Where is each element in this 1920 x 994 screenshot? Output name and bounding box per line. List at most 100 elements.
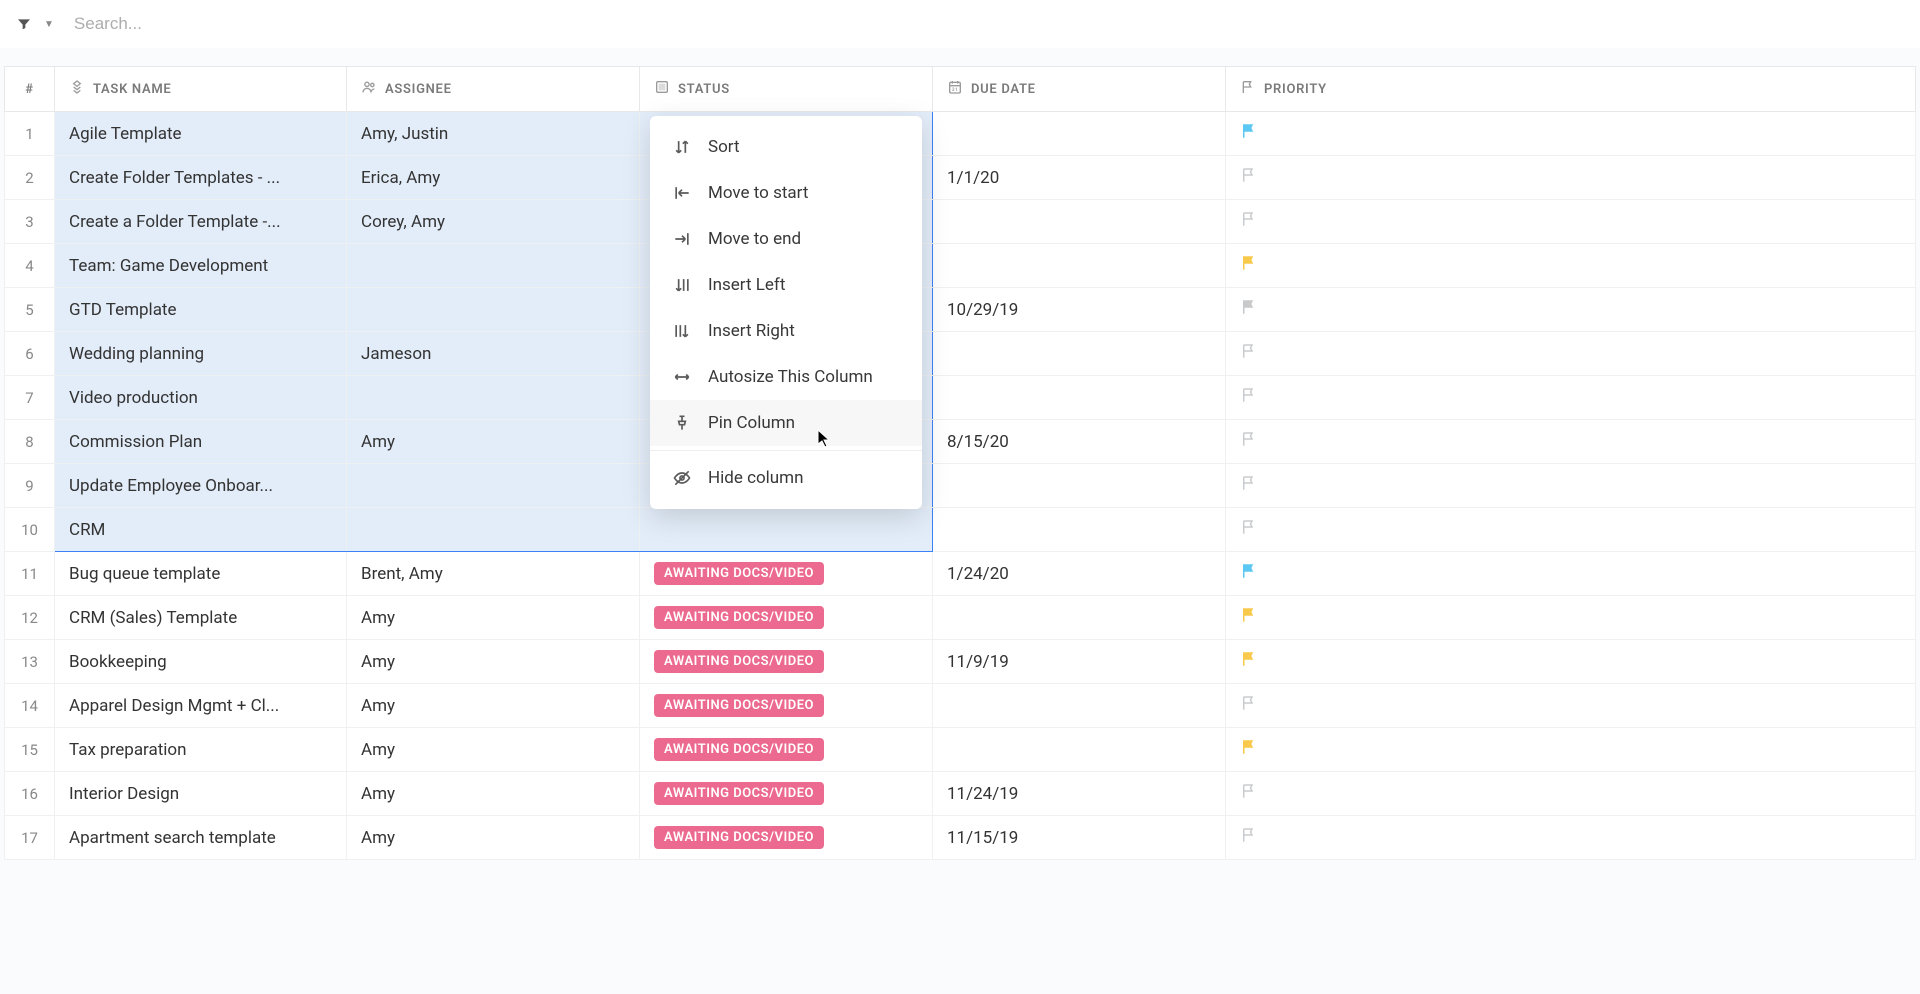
task-name-cell[interactable]: Apparel Design Mgmt + Cl... — [55, 684, 347, 728]
task-name-cell[interactable]: Bookkeeping — [55, 640, 347, 684]
status-cell[interactable]: AWAITING DOCS/VIDEO — [640, 552, 933, 596]
column-header-priority[interactable]: PRIORITY — [1226, 67, 1916, 112]
assignee-cell[interactable] — [347, 508, 640, 552]
priority-cell[interactable] — [1226, 552, 1916, 596]
table-row[interactable]: 6Wedding planningJameson — [5, 332, 1916, 376]
priority-cell[interactable] — [1226, 596, 1916, 640]
menu-item-pin[interactable]: Pin Column — [650, 400, 922, 446]
filter-icon[interactable] — [16, 16, 32, 32]
task-name-cell[interactable]: Bug queue template — [55, 552, 347, 596]
task-name-cell[interactable]: Agile Template — [55, 112, 347, 156]
menu-item-autosize[interactable]: Autosize This Column — [650, 354, 922, 400]
priority-cell[interactable] — [1226, 772, 1916, 816]
due-date-cell[interactable] — [933, 244, 1226, 288]
priority-cell[interactable] — [1226, 200, 1916, 244]
status-cell[interactable]: AWAITING DOCS/VIDEO — [640, 640, 933, 684]
due-date-cell[interactable] — [933, 508, 1226, 552]
task-name-cell[interactable]: Team: Game Development — [55, 244, 347, 288]
priority-cell[interactable] — [1226, 420, 1916, 464]
menu-item-sort[interactable]: Sort — [650, 124, 922, 170]
due-date-cell[interactable]: 1/24/20 — [933, 552, 1226, 596]
menu-item-hide[interactable]: Hide column — [650, 455, 922, 501]
assignee-cell[interactable]: Brent, Amy — [347, 552, 640, 596]
due-date-cell[interactable] — [933, 684, 1226, 728]
priority-cell[interactable] — [1226, 244, 1916, 288]
due-date-cell[interactable] — [933, 728, 1226, 772]
status-cell[interactable]: AWAITING DOCS/VIDEO — [640, 684, 933, 728]
status-cell[interactable]: AWAITING DOCS/VIDEO — [640, 816, 933, 860]
table-row[interactable]: 1Agile TemplateAmy, Justin — [5, 112, 1916, 156]
task-name-cell[interactable]: GTD Template — [55, 288, 347, 332]
task-name-cell[interactable]: Interior Design — [55, 772, 347, 816]
due-date-cell[interactable] — [933, 596, 1226, 640]
priority-cell[interactable] — [1226, 728, 1916, 772]
table-row[interactable]: 3Create a Folder Template -...Corey, Amy — [5, 200, 1916, 244]
assignee-cell[interactable]: Corey, Amy — [347, 200, 640, 244]
priority-cell[interactable] — [1226, 816, 1916, 860]
due-date-cell[interactable] — [933, 200, 1226, 244]
priority-cell[interactable] — [1226, 376, 1916, 420]
assignee-cell[interactable] — [347, 244, 640, 288]
status-cell[interactable] — [640, 508, 933, 552]
table-row[interactable]: 12CRM (Sales) TemplateAmyAWAITING DOCS/V… — [5, 596, 1916, 640]
table-row[interactable]: 11Bug queue templateBrent, AmyAWAITING D… — [5, 552, 1916, 596]
table-row[interactable]: 10CRM — [5, 508, 1916, 552]
column-header-status[interactable]: STATUS — [640, 67, 933, 112]
priority-cell[interactable] — [1226, 288, 1916, 332]
table-row[interactable]: 5GTD Template10/29/19 — [5, 288, 1916, 332]
task-name-cell[interactable]: Create a Folder Template -... — [55, 200, 347, 244]
task-name-cell[interactable]: Wedding planning — [55, 332, 347, 376]
assignee-cell[interactable] — [347, 464, 640, 508]
due-date-cell[interactable] — [933, 464, 1226, 508]
due-date-cell[interactable]: 8/15/20 — [933, 420, 1226, 464]
table-row[interactable]: 15Tax preparationAmyAWAITING DOCS/VIDEO — [5, 728, 1916, 772]
assignee-cell[interactable]: Amy — [347, 420, 640, 464]
due-date-cell[interactable]: 1/1/20 — [933, 156, 1226, 200]
due-date-cell[interactable]: 11/9/19 — [933, 640, 1226, 684]
menu-item-move_start[interactable]: Move to start — [650, 170, 922, 216]
menu-item-move_end[interactable]: Move to end — [650, 216, 922, 262]
task-name-cell[interactable]: Video production — [55, 376, 347, 420]
assignee-cell[interactable] — [347, 288, 640, 332]
table-row[interactable]: 16Interior DesignAmyAWAITING DOCS/VIDEO1… — [5, 772, 1916, 816]
priority-cell[interactable] — [1226, 684, 1916, 728]
status-cell[interactable]: AWAITING DOCS/VIDEO — [640, 596, 933, 640]
due-date-cell[interactable]: 11/24/19 — [933, 772, 1226, 816]
column-header-due-date[interactable]: 31 DUE DATE — [933, 67, 1226, 112]
table-row[interactable]: 8Commission PlanAmy8/15/20 — [5, 420, 1916, 464]
due-date-cell[interactable] — [933, 376, 1226, 420]
priority-cell[interactable] — [1226, 640, 1916, 684]
status-cell[interactable]: AWAITING DOCS/VIDEO — [640, 728, 933, 772]
column-header-task-name[interactable]: TASK NAME — [55, 67, 347, 112]
assignee-cell[interactable]: Jameson — [347, 332, 640, 376]
assignee-cell[interactable]: Amy — [347, 816, 640, 860]
filter-dropdown-caret-icon[interactable]: ▼ — [44, 19, 54, 30]
table-row[interactable]: 13BookkeepingAmyAWAITING DOCS/VIDEO11/9/… — [5, 640, 1916, 684]
due-date-cell[interactable]: 11/15/19 — [933, 816, 1226, 860]
table-row[interactable]: 9Update Employee Onboar... — [5, 464, 1916, 508]
assignee-cell[interactable]: Amy — [347, 728, 640, 772]
table-row[interactable]: 14Apparel Design Mgmt + Cl...AmyAWAITING… — [5, 684, 1916, 728]
status-cell[interactable]: AWAITING DOCS/VIDEO — [640, 772, 933, 816]
priority-cell[interactable] — [1226, 112, 1916, 156]
task-name-cell[interactable]: Tax preparation — [55, 728, 347, 772]
due-date-cell[interactable]: 10/29/19 — [933, 288, 1226, 332]
table-row[interactable]: 17Apartment search templateAmyAWAITING D… — [5, 816, 1916, 860]
table-row[interactable]: 2Create Folder Templates - ...Erica, Amy… — [5, 156, 1916, 200]
task-name-cell[interactable]: Update Employee Onboar... — [55, 464, 347, 508]
due-date-cell[interactable] — [933, 332, 1226, 376]
column-header-number[interactable]: # — [5, 67, 55, 112]
priority-cell[interactable] — [1226, 332, 1916, 376]
assignee-cell[interactable]: Amy — [347, 596, 640, 640]
task-name-cell[interactable]: Commission Plan — [55, 420, 347, 464]
task-name-cell[interactable]: CRM — [55, 508, 347, 552]
assignee-cell[interactable]: Amy, Justin — [347, 112, 640, 156]
due-date-cell[interactable] — [933, 112, 1226, 156]
assignee-cell[interactable]: Amy — [347, 772, 640, 816]
task-name-cell[interactable]: Apartment search template — [55, 816, 347, 860]
priority-cell[interactable] — [1226, 464, 1916, 508]
priority-cell[interactable] — [1226, 508, 1916, 552]
assignee-cell[interactable]: Erica, Amy — [347, 156, 640, 200]
assignee-cell[interactable]: Amy — [347, 684, 640, 728]
task-name-cell[interactable]: Create Folder Templates - ... — [55, 156, 347, 200]
